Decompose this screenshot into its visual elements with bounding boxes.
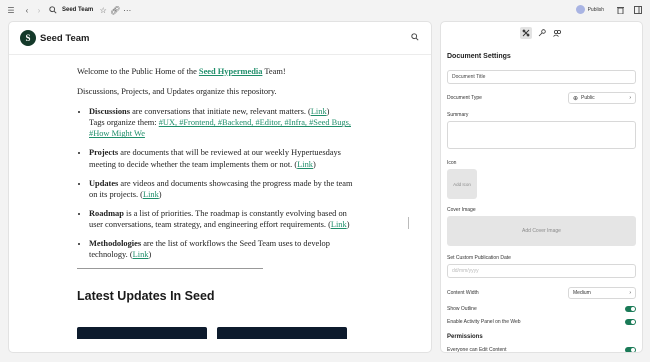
star-icon[interactable]: ☆: [97, 4, 109, 16]
item-link[interactable]: Link: [143, 190, 159, 199]
add-icon-button[interactable]: Add Icon: [447, 169, 477, 199]
item-term: Projects: [89, 148, 119, 158]
update-card-thumbnail[interactable]: [217, 327, 347, 339]
divider: [77, 268, 263, 270]
list-item: Updates are videos and documents showcas…: [89, 178, 357, 200]
top-bar: ☰ ‹ › Seed Team ☆ 🔗︎ ⋯ Publish: [0, 0, 650, 20]
list-item: Discussions are conversations that initi…: [89, 106, 357, 139]
everyone-edit-row: Everyone can Edit Content: [447, 347, 636, 353]
item-link[interactable]: Link: [331, 220, 347, 229]
permissions-title: Permissions: [447, 334, 483, 340]
intro-text-end: Team!: [262, 67, 286, 76]
item-close: ): [346, 219, 350, 229]
block-handle: [408, 217, 409, 229]
list-item: Projects are documents that will be revi…: [89, 147, 357, 169]
list-item: Methodologies are the list of workflows …: [89, 238, 357, 260]
users-tab-icon[interactable]: [552, 27, 564, 39]
content-width-select[interactable]: Medium ›: [568, 287, 636, 299]
publication-date-field[interactable]: dd/mm/yyyy: [447, 264, 636, 278]
updates-thumbnails: [77, 327, 347, 339]
item-term: Updates: [89, 178, 119, 188]
field-label: Summary: [447, 112, 469, 118]
subintro-paragraph: Discussions, Projects, and Updates organ…: [77, 87, 277, 97]
settings-tab-icon[interactable]: [519, 27, 532, 39]
publish-button[interactable]: Publish: [572, 3, 608, 16]
document-type-row: Document Type ⊕ Public ›: [447, 92, 636, 104]
trash-icon[interactable]: [614, 4, 626, 16]
everyone-edit-toggle[interactable]: [625, 347, 636, 352]
item-close: ): [158, 189, 162, 199]
forward-arrow-icon[interactable]: ›: [33, 4, 45, 16]
site-header: S Seed Team: [9, 22, 431, 55]
field-label: Icon: [447, 160, 457, 166]
field-label: Set Custom Publication Date: [447, 255, 511, 261]
item-text: is a list of priorities. The roadmap is …: [89, 208, 347, 229]
field-label: Everyone can Edit Content: [447, 347, 507, 353]
document-title-field[interactable]: Document Title: [447, 70, 636, 84]
chevron-right-icon: ›: [629, 95, 631, 101]
panel-section-title: Document Settings: [447, 53, 511, 60]
publish-label: Publish: [587, 6, 604, 13]
sidebar-toggle-icon[interactable]: [632, 4, 644, 16]
show-outline-row: Show Outline: [447, 306, 636, 312]
site-name[interactable]: Seed Team: [40, 33, 89, 44]
update-card-thumbnail[interactable]: [77, 327, 207, 339]
item-term: Methodologies: [89, 239, 142, 249]
item-close: ): [326, 107, 330, 117]
activity-panel-row: Enable Activity Panel on the Web: [447, 319, 636, 325]
item-close: ): [148, 250, 152, 260]
item-text: are videos and documents showcasing the …: [89, 178, 353, 199]
field-label: Show Outline: [447, 306, 477, 312]
site-logo[interactable]: S: [20, 30, 36, 46]
content-width-row: Content Width Medium ›: [447, 287, 636, 299]
latest-updates-heading: Latest Updates In Seed: [77, 289, 215, 304]
topics-list: Discussions are conversations that initi…: [77, 106, 357, 260]
document-content[interactable]: Welcome to the Public Home of the Seed H…: [77, 66, 357, 305]
back-arrow-icon[interactable]: ‹: [21, 4, 33, 16]
item-link[interactable]: Link: [297, 160, 313, 169]
document-title[interactable]: Seed Team: [62, 7, 93, 13]
intro-paragraph: Welcome to the Public Home of the Seed H…: [77, 66, 357, 77]
content-width-value: Medium: [573, 290, 591, 296]
item-link[interactable]: Link: [311, 107, 327, 116]
show-outline-toggle[interactable]: [625, 306, 636, 312]
globe-icon: ⊕: [573, 95, 579, 102]
intro-text: Welcome to the Public Home of the: [77, 67, 199, 76]
item-text: are conversations that initiate new, rel…: [129, 107, 311, 117]
item-close: ): [312, 159, 316, 169]
item-term: Roadmap: [89, 208, 124, 218]
key-tab-icon[interactable]: [536, 27, 548, 39]
add-cover-image-button[interactable]: Add Cover Image: [447, 216, 636, 246]
field-label: Enable Activity Panel on the Web: [447, 319, 521, 325]
tags-label: Tags organize them:: [89, 118, 159, 128]
summary-field[interactable]: [447, 121, 636, 149]
field-label: Document Type: [447, 95, 482, 101]
activity-panel-toggle[interactable]: [625, 319, 636, 325]
document-type-value: Public: [581, 95, 595, 101]
field-label: Cover Image: [447, 207, 476, 213]
document-type-select[interactable]: ⊕ Public ›: [568, 92, 636, 104]
more-icon[interactable]: ⋯: [121, 4, 133, 16]
list-item: Roadmap is a list of priorities. The roa…: [89, 208, 357, 230]
item-term: Discussions: [89, 107, 130, 117]
search-icon[interactable]: [47, 4, 59, 16]
panel-tabs: [447, 22, 636, 44]
select-value: ⊕ Public: [573, 95, 595, 102]
site-search-icon[interactable]: [411, 33, 419, 43]
link-icon[interactable]: 🔗︎: [109, 4, 121, 16]
chevron-right-icon: ›: [629, 290, 631, 296]
seed-hypermedia-link[interactable]: Seed Hypermedia: [199, 67, 263, 76]
item-link[interactable]: Link: [133, 250, 149, 259]
avatar: [575, 5, 585, 14]
document-settings-panel: Document Settings Document Title Documen…: [440, 21, 643, 353]
hamburger-icon[interactable]: ☰: [5, 4, 17, 16]
field-label: Content Width: [447, 290, 479, 296]
